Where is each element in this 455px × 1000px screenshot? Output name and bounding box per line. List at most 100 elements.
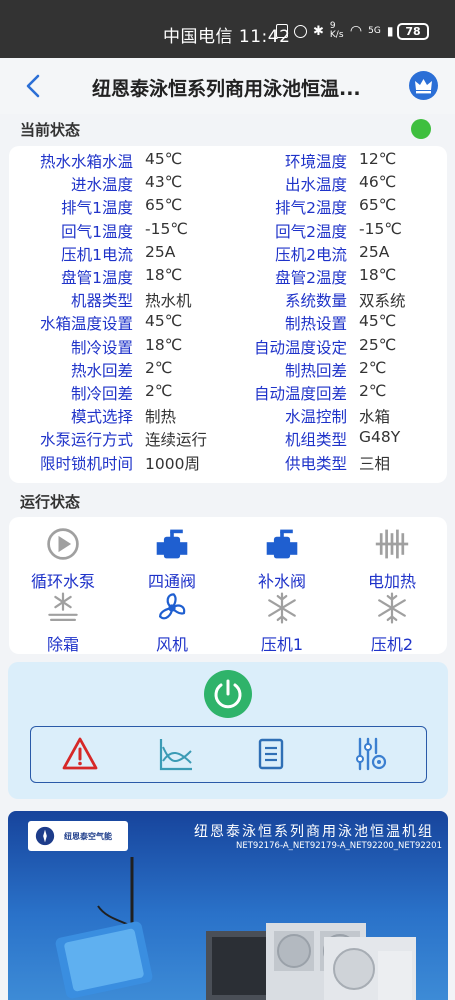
run-item-label: 风机	[155, 635, 188, 654]
status-key: 排气2温度	[275, 199, 347, 218]
refill-valve-icon	[266, 529, 298, 559]
run-item-label: 四通阀	[147, 572, 196, 591]
nfc-icon	[276, 24, 288, 38]
status-key: 环境温度	[284, 153, 347, 171]
list-document-icon[interactable]	[252, 735, 290, 773]
signal-bars-icon: ▮	[386, 24, 394, 38]
status-value: 2℃	[145, 358, 173, 377]
status-value: 46℃	[359, 173, 397, 192]
status-value: 三相	[359, 454, 391, 473]
run-item-compressor-2: 压机2	[347, 591, 437, 655]
run-item-fan: 风机	[127, 591, 217, 655]
battery-icon: 78	[397, 23, 429, 40]
current-status-card: 热水水箱水温 45℃ 环境温度 12℃ 进水温度 43℃ 出水温度 46℃ 排气1温度 65℃ 排气…	[9, 146, 447, 483]
status-key: 出水温度	[284, 176, 347, 195]
power-icon	[214, 679, 242, 709]
run-item-label: 压机1	[260, 635, 304, 654]
status-value: 双系统	[359, 292, 406, 311]
status-key: 水箱温度设置	[39, 315, 133, 334]
status-key: 系统数量	[284, 292, 347, 311]
status-key: 机器类型	[70, 292, 133, 311]
run-status-title: 运行状态	[20, 493, 81, 511]
app-bar: 纽恩泰泳恒系列商用泳池恒温...	[0, 58, 455, 114]
status-key: 制冷设置	[70, 338, 133, 357]
alarm-icon	[294, 24, 307, 38]
status-value: 2℃	[359, 382, 387, 400]
tool-bar	[30, 726, 427, 783]
run-item-label: 循环水泵	[30, 572, 95, 591]
crown-vip-button[interactable]	[409, 71, 438, 100]
defrost-icon	[48, 592, 78, 622]
run-item-compressor-1: 压机1	[237, 591, 327, 655]
bluetooth-icon: ✱	[313, 23, 324, 39]
status-key: 盘管2温度	[275, 269, 347, 287]
alarm-warning-icon[interactable]	[61, 735, 99, 773]
status-value: 热水机	[145, 292, 192, 311]
electric-heater-icon	[375, 529, 409, 559]
status-key: 供电类型	[284, 454, 347, 473]
status-key: 自动温度回差	[253, 385, 347, 403]
status-key: 回气2温度	[275, 222, 347, 241]
status-value: 18℃	[145, 335, 183, 354]
power-button[interactable]	[204, 670, 252, 718]
status-value: 1000周	[145, 454, 200, 473]
system-status-bar: 中国电信 11:42 ✱ 9 K/s ◠ 5G ▮ 78	[0, 0, 455, 58]
status-key: 盘管1温度	[61, 269, 133, 287]
status-key: 回气1温度	[61, 222, 133, 241]
run-item-label: 补水阀	[257, 572, 306, 591]
product-illustration	[55, 857, 416, 1000]
back-arrow-icon[interactable]	[20, 72, 48, 100]
run-item-refill-valve: 补水阀	[237, 526, 327, 592]
signal-label: 5G	[368, 26, 381, 36]
status-icons: ✱ 9 K/s ◠ 5G ▮	[276, 22, 393, 40]
run-item-pump: 循环水泵	[18, 526, 108, 592]
crown-icon	[415, 79, 432, 94]
status-key: 水泵运行方式	[39, 431, 133, 450]
status-key: 水温控制	[284, 408, 347, 427]
run-item-label: 除霜	[46, 635, 79, 654]
four-way-valve-icon	[156, 529, 188, 559]
online-status-indicator	[411, 119, 431, 139]
settings-sliders-icon[interactable]	[351, 735, 389, 773]
status-value: 12℃	[359, 150, 397, 168]
status-value: 45℃	[359, 312, 397, 331]
run-item-label: 压机2	[370, 635, 414, 654]
status-key: 限时锁机时间	[39, 454, 133, 473]
run-item-label: 电加热	[367, 572, 416, 591]
compressor-1-icon	[268, 592, 296, 624]
status-key: 模式选择	[70, 408, 133, 427]
run-item-electric-heater: 电加热	[347, 526, 437, 592]
status-value: 连续运行	[145, 431, 208, 450]
carrier-time: 中国电信 11:42	[163, 27, 291, 47]
status-value: 2℃	[145, 382, 173, 400]
status-key: 热水回差	[70, 361, 133, 380]
current-status-title: 当前状态	[20, 121, 81, 139]
run-item-defrost: 除霜	[18, 591, 108, 655]
status-value: 18℃	[145, 266, 183, 284]
status-key: 压机2电流	[275, 245, 347, 264]
status-value: 18℃	[359, 266, 397, 284]
run-item-four-way-valve: 四通阀	[127, 526, 217, 592]
status-value: 45℃	[145, 312, 183, 331]
status-key: 制热回差	[284, 361, 347, 380]
status-key: 进水温度	[70, 176, 133, 195]
trend-chart-icon[interactable]	[157, 735, 195, 773]
status-value: 水箱	[359, 408, 391, 427]
status-value: 25A	[359, 242, 390, 261]
pump-icon	[47, 528, 79, 560]
fan-icon	[158, 593, 186, 620]
compressor-2-icon	[378, 592, 406, 624]
status-value: 65℃	[145, 196, 183, 215]
status-value: -15℃	[145, 219, 188, 238]
run-status-card: 循环水泵 四通阀 补水阀 电加热 除霜 风机 压机1 压机2	[9, 517, 447, 654]
status-value: G48Y	[359, 428, 401, 447]
status-value: 25A	[145, 242, 176, 261]
status-value: 45℃	[145, 150, 183, 168]
status-key: 制冷回差	[70, 385, 133, 403]
wifi-icon: ◠	[349, 23, 363, 39]
status-key: 排气1温度	[61, 199, 133, 218]
product-banner[interactable]: 纽恩泰空气能 纽恩泰泳恒系列商用泳池恒温机组 NET92176-A_NET921…	[8, 811, 448, 1000]
status-key: 热水水箱水温	[39, 153, 133, 171]
status-key: 压机1电流	[61, 245, 133, 264]
status-key: 制热设置	[284, 315, 347, 334]
